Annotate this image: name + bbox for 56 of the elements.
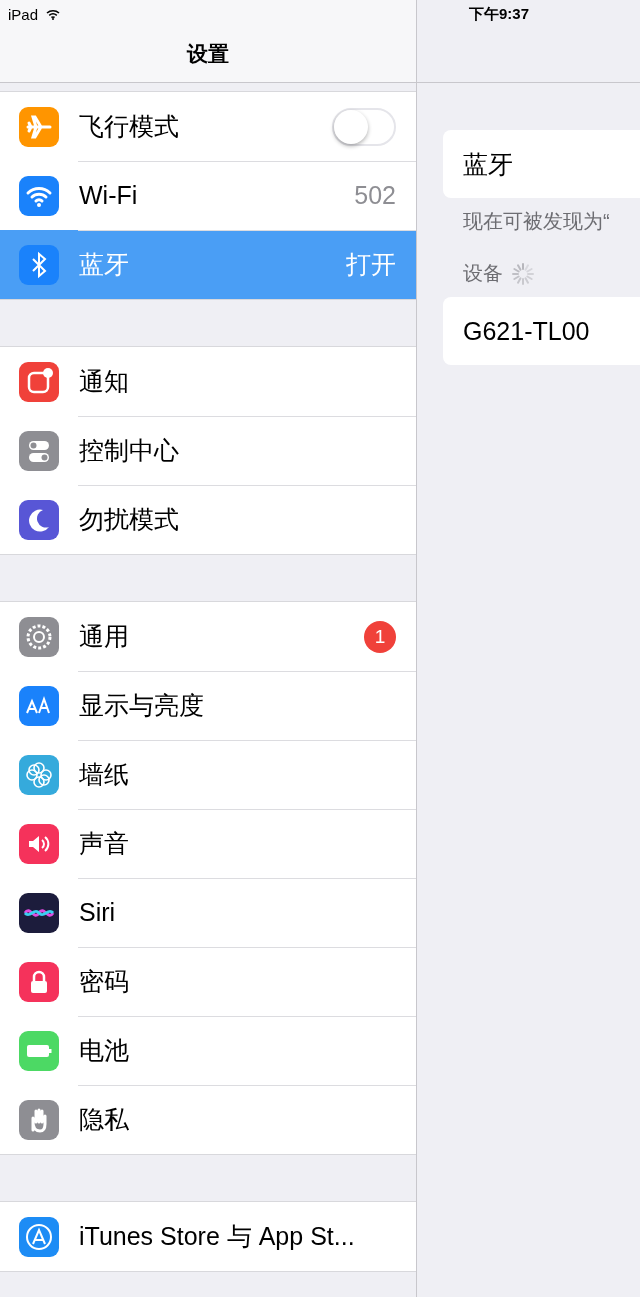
bluetooth-cell: 蓝牙 (443, 130, 640, 198)
bluetooth-icon (19, 244, 59, 285)
gear-icon (19, 616, 59, 657)
wifi-icon (19, 175, 59, 216)
settings-row[interactable]: 飞行模式 (0, 92, 416, 161)
wifi-signal-icon (46, 8, 61, 20)
settings-row[interactable]: iTunes Store 与 App St... (0, 1202, 416, 1271)
settings-row[interactable]: 电池 (0, 1016, 416, 1085)
toggle-switch[interactable] (332, 107, 396, 146)
siri-icon (19, 892, 59, 933)
row-label: iTunes Store 与 App St... (79, 1221, 356, 1252)
settings-row[interactable]: 密码 (0, 947, 416, 1016)
settings-row[interactable]: Wi-Fi 502 (0, 161, 416, 230)
airplane-icon (19, 106, 59, 147)
settings-row[interactable]: 墙纸 (0, 740, 416, 809)
notification-icon (19, 361, 59, 402)
row-value: 502 (354, 181, 396, 210)
clock-time: 下午9:37 (469, 4, 530, 24)
device-name: iPad (8, 5, 39, 23)
hand-icon (19, 1099, 59, 1140)
row-label: 密码 (79, 966, 130, 997)
settings-row[interactable]: 勿扰模式 (0, 485, 416, 554)
app-store-icon (19, 1216, 59, 1257)
row-label: 蓝牙 (79, 249, 130, 280)
text-size-icon (19, 685, 59, 726)
row-label: 显示与亮度 (79, 690, 205, 721)
row-label: Siri (79, 898, 117, 927)
row-label: 控制中心 (79, 435, 180, 466)
speaker-icon (19, 823, 59, 864)
settings-row[interactable]: 隐私 (0, 1085, 416, 1154)
row-label: 通用 (79, 621, 130, 652)
settings-row[interactable]: 显示与亮度 (0, 671, 416, 740)
device-row[interactable]: G621-TL00 (443, 297, 640, 365)
row-label: 墙纸 (79, 759, 130, 790)
flower-icon (19, 754, 59, 795)
moon-icon (19, 499, 59, 540)
row-value: 打开 (346, 249, 396, 280)
discoverable-note: 现在可被发现为“ (463, 210, 610, 232)
settings-row[interactable]: 控制中心 (0, 416, 416, 485)
settings-row[interactable]: 声音 (0, 809, 416, 878)
row-label: Wi-Fi (79, 181, 139, 210)
settings-row[interactable]: 通知 (0, 347, 416, 416)
row-label: 勿扰模式 (79, 504, 180, 535)
sidebar-title: 设置 (187, 41, 229, 67)
settings-row[interactable]: 通用 1 (0, 602, 416, 671)
row-label: 飞行模式 (79, 111, 180, 142)
row-label: 电池 (79, 1035, 130, 1066)
row-label: 通知 (79, 366, 130, 397)
battery-icon (19, 1030, 59, 1071)
row-label: 声音 (79, 828, 130, 859)
row-label: 隐私 (79, 1104, 130, 1135)
settings-row[interactable]: Siri (0, 878, 416, 947)
section-header: 设备 (463, 261, 503, 286)
switches-icon (19, 430, 59, 471)
count-badge: 1 (364, 620, 396, 653)
lock-icon (19, 961, 59, 1002)
